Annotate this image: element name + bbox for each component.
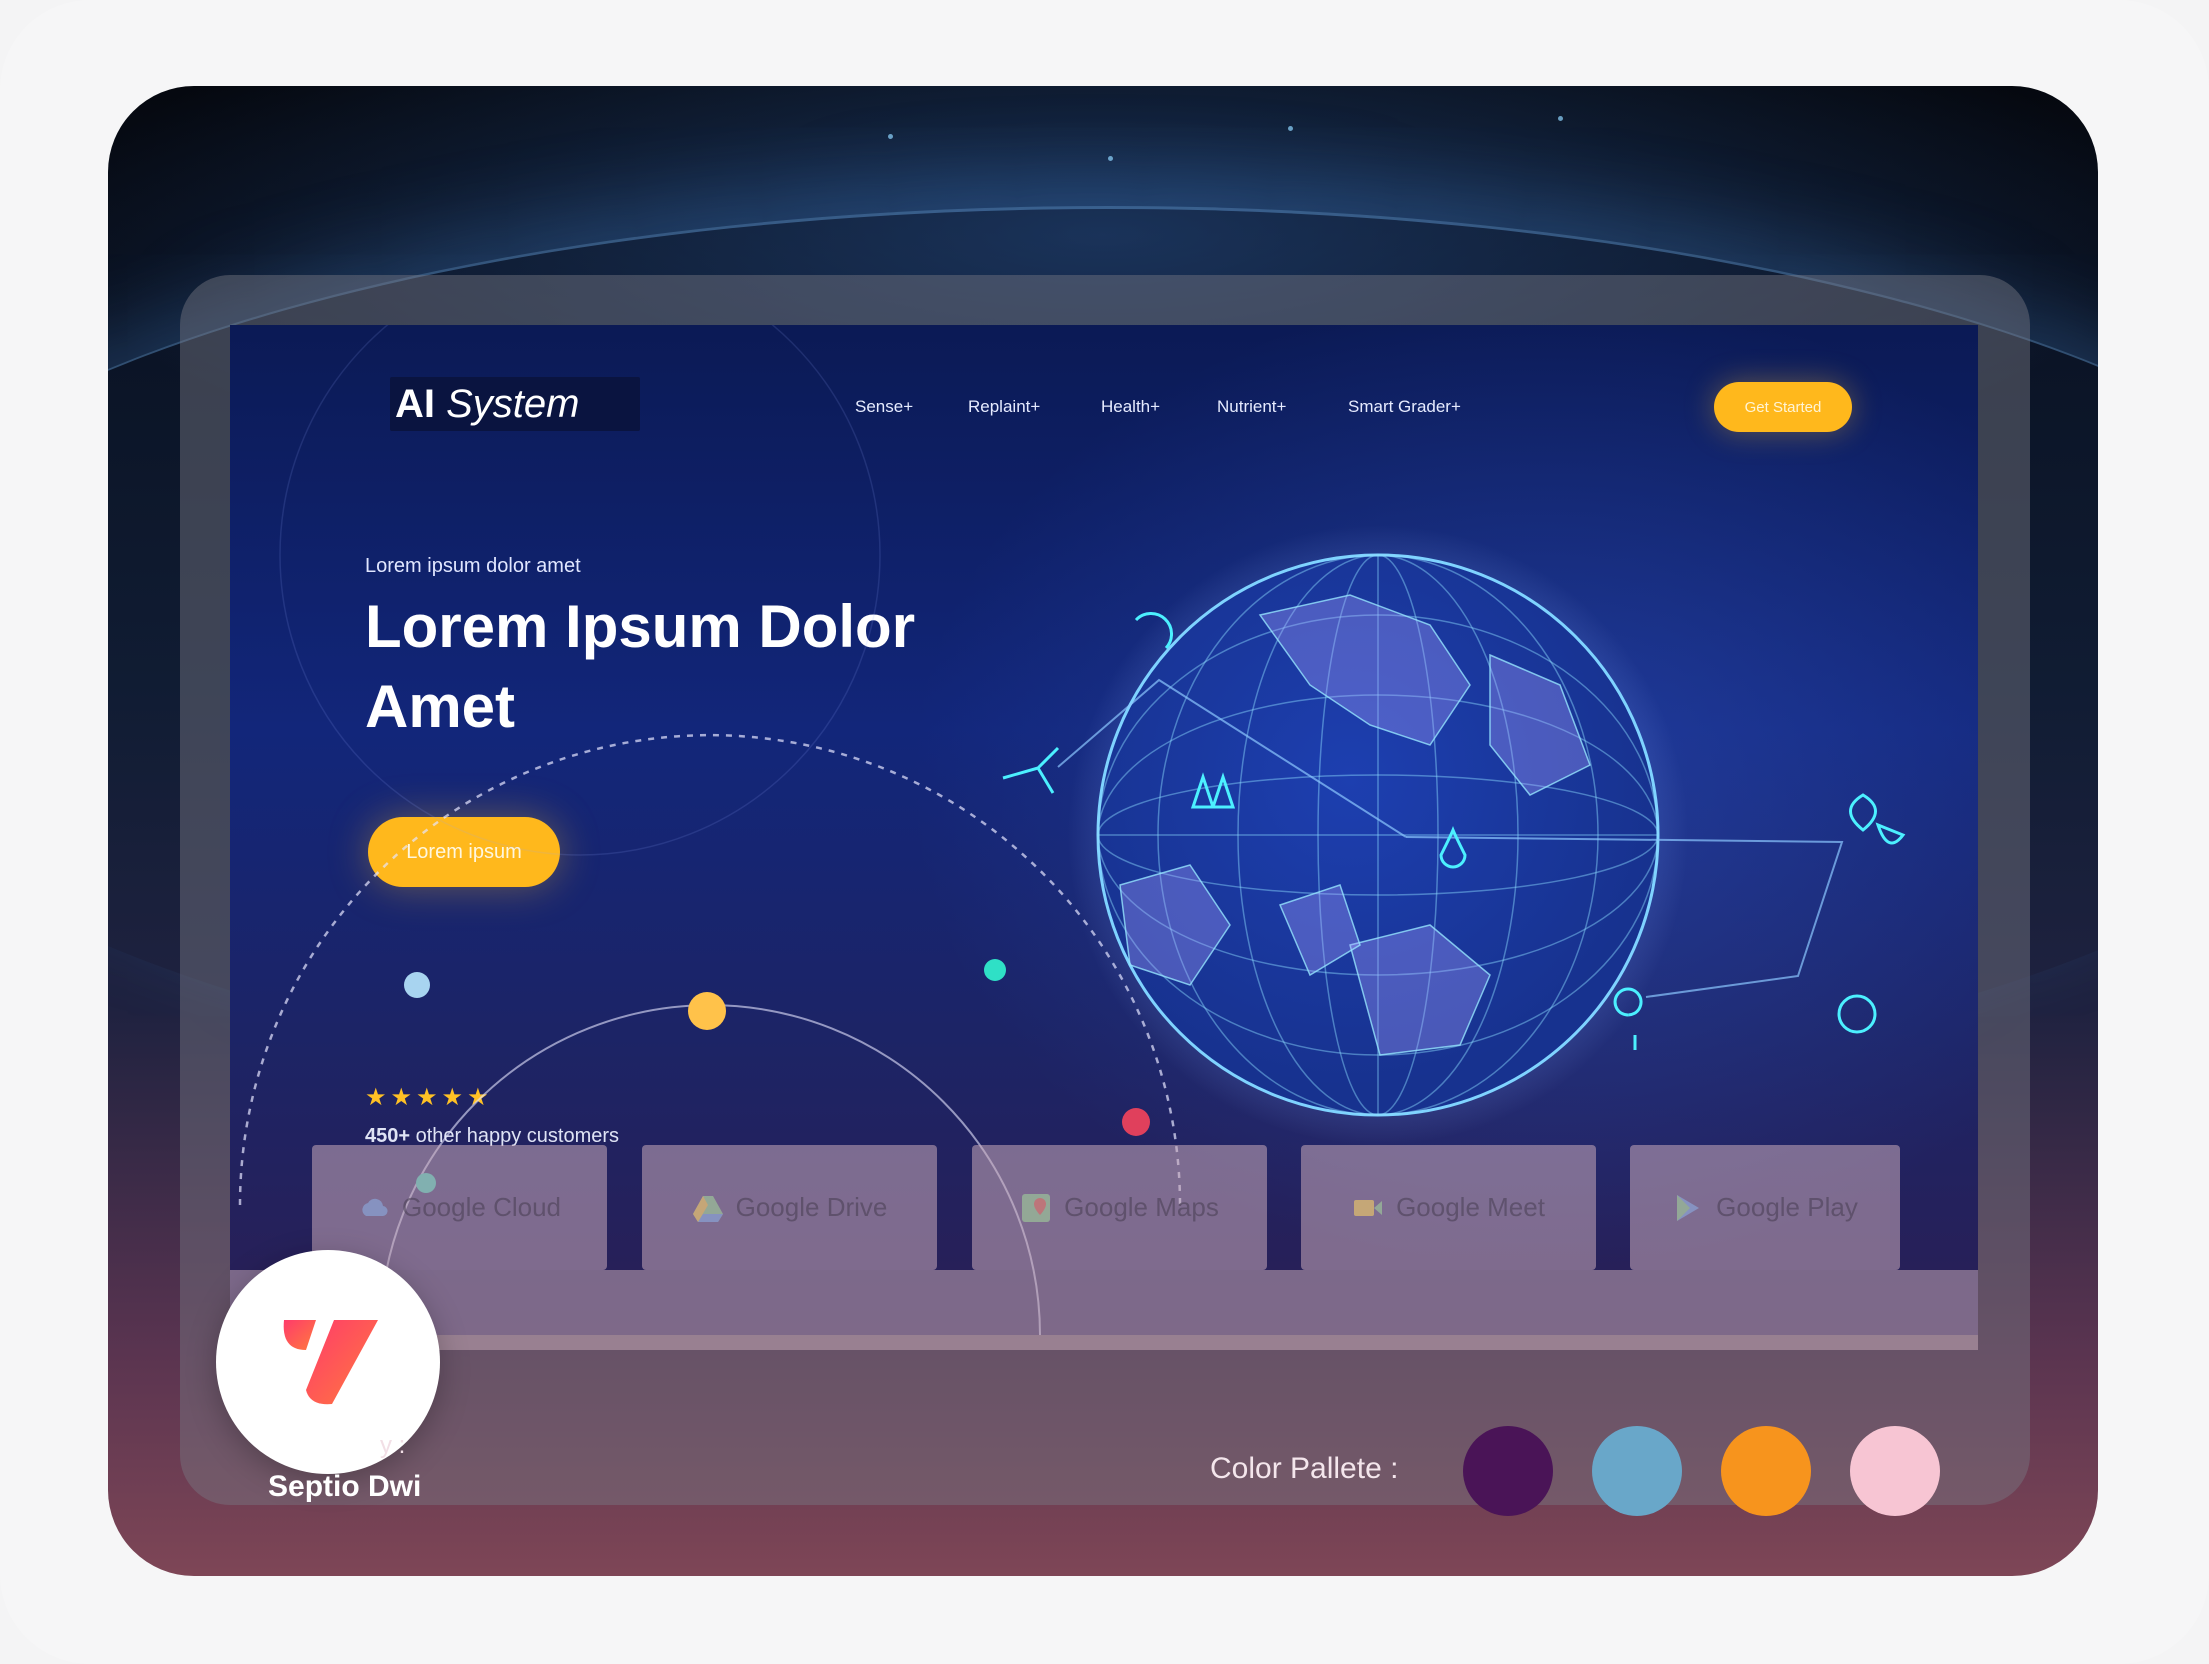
brand-label: Google Play bbox=[1716, 1192, 1858, 1222]
brand-label: Google Maps bbox=[1064, 1192, 1219, 1222]
wind-turbine-icon bbox=[1002, 746, 1060, 794]
sun-icon bbox=[1837, 994, 1877, 1034]
author-prefix: y : bbox=[380, 1432, 406, 1459]
author-name: Septio Dwi bbox=[268, 1470, 422, 1503]
palette-swatch-blue bbox=[1592, 1426, 1682, 1516]
star-dot bbox=[1108, 156, 1113, 161]
google-meet-icon bbox=[1352, 1192, 1384, 1224]
palette-swatch-purple bbox=[1463, 1426, 1553, 1516]
star-dot bbox=[888, 134, 893, 139]
brand-label: Google Meet bbox=[1396, 1192, 1545, 1222]
brand-strip-backdrop bbox=[230, 1270, 1978, 1350]
brand-label: Google Cloud bbox=[402, 1192, 561, 1222]
background-arc bbox=[279, 325, 881, 856]
star-dot bbox=[1558, 116, 1563, 121]
outer-orbit bbox=[238, 733, 1182, 1206]
star-dot bbox=[1288, 126, 1293, 131]
orbit-dot-teal bbox=[984, 959, 1006, 981]
google-play-icon bbox=[1672, 1192, 1704, 1224]
author-logo-icon bbox=[283, 1320, 378, 1405]
palette-label: Color Pallete : bbox=[1210, 1452, 1399, 1485]
author-avatar bbox=[216, 1250, 440, 1474]
brand-card-google-meet: Google Meet bbox=[1301, 1145, 1596, 1270]
palette-swatch-pink bbox=[1850, 1426, 1940, 1516]
leaf-icon bbox=[1849, 793, 1906, 845]
google-cloud-icon bbox=[358, 1192, 390, 1224]
google-maps-icon bbox=[1020, 1192, 1052, 1224]
brand-label: Google Drive bbox=[735, 1192, 888, 1222]
brand-card-google-play: Google Play bbox=[1630, 1145, 1900, 1270]
orbit-dot-orange bbox=[688, 992, 726, 1030]
orbit-dot-blue bbox=[404, 972, 430, 998]
orbit-dot-red bbox=[1122, 1108, 1150, 1136]
palette-swatch-orange bbox=[1721, 1426, 1811, 1516]
brand-card-google-maps: Google Maps bbox=[972, 1145, 1267, 1270]
google-drive-icon bbox=[692, 1192, 724, 1224]
brand-card-google-drive: Google Drive bbox=[642, 1145, 937, 1270]
